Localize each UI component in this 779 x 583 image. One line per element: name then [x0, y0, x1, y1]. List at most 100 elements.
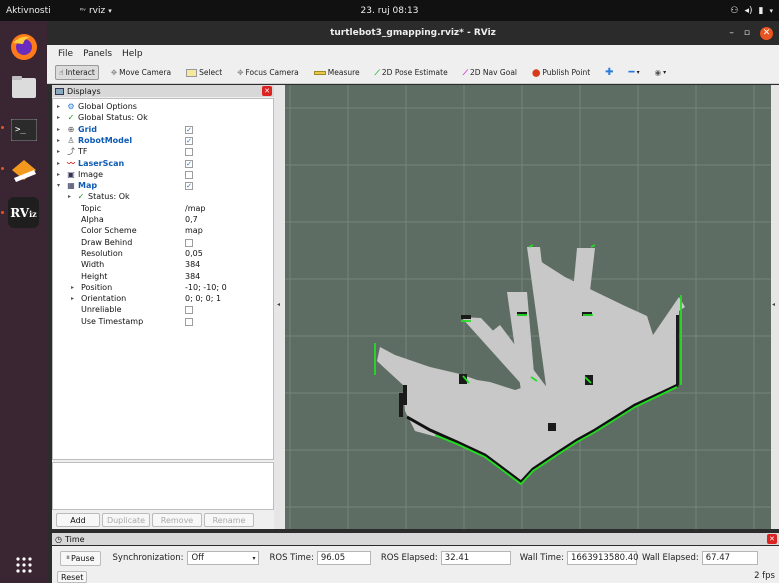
reset-button[interactable]: Reset [57, 571, 88, 583]
expand-arrow-icon[interactable]: ▸ [57, 101, 63, 112]
app-store-icon[interactable] [8, 154, 39, 185]
prop-height[interactable]: Height 384 [53, 271, 273, 282]
collapse-right-icon[interactable]: ◂ [772, 301, 775, 308]
chevron-down-icon: ▾ [663, 69, 667, 76]
tree-row-tf[interactable]: ▸ ⤴ TF [53, 146, 273, 157]
remove-button[interactable]: Remove [152, 513, 202, 527]
tree-row-global-options[interactable]: ▸ ⚙ Global Options [53, 101, 273, 112]
window-titlebar[interactable]: turtlebot3_gmapping.rviz* - RViz – ▫ ✕ [47, 21, 779, 45]
gear-icon: ⚙ [67, 102, 75, 111]
clock[interactable]: 23. ruj 08:13 [0, 6, 779, 16]
prop-use-timestamp[interactable]: Use Timestamp [53, 316, 273, 327]
laser-scan-checkbox[interactable]: ✓ [185, 159, 193, 168]
chevron-down-icon: ▾ [769, 6, 773, 15]
grid-checkbox[interactable]: ✓ [185, 125, 193, 134]
topic-value[interactable]: /map [185, 203, 205, 214]
show-applications-icon[interactable] [8, 549, 39, 580]
map-free-space [377, 247, 685, 482]
files-icon[interactable] [8, 71, 39, 102]
view-options-button[interactable]: ◉ ▾ [652, 66, 670, 79]
menu-panels[interactable]: Panels [83, 49, 112, 59]
rviz-icon[interactable]: RViz [8, 197, 39, 228]
close-panel-icon[interactable]: ✕ [262, 86, 272, 96]
prop-resolution[interactable]: Resolution 0,05 [53, 248, 273, 259]
alpha-value[interactable]: 0,7 [185, 214, 198, 225]
duplicate-button[interactable]: Duplicate [102, 513, 150, 527]
use-timestamp-checkbox[interactable] [185, 317, 193, 326]
unreliable-checkbox[interactable] [185, 306, 193, 315]
collapse-arrow-icon[interactable]: ▾ [57, 180, 63, 191]
color-scheme-value[interactable]: map [185, 225, 203, 236]
window-controls: – ▫ ✕ [729, 26, 773, 40]
collapse-left-icon[interactable]: ◂ [277, 301, 280, 308]
system-tray[interactable]: ⚇ ◂) ▮ ▾ [730, 6, 773, 16]
prop-draw-behind[interactable]: Draw Behind [53, 237, 273, 248]
prop-alpha[interactable]: Alpha 0,7 [53, 214, 273, 225]
minimize-icon[interactable]: – [729, 28, 734, 38]
pause-button[interactable]: ⏸ Pause [60, 550, 101, 566]
expand-arrow-icon[interactable]: ▸ [57, 124, 63, 135]
map-checkbox[interactable]: ✓ [185, 182, 193, 191]
measure-tool[interactable]: Measure [311, 66, 363, 79]
publish-point-tool[interactable]: ⬤ Publish Point [529, 66, 593, 79]
sync-select[interactable]: Off ▾ [187, 551, 260, 565]
nav-goal-tool[interactable]: ⟋ 2D Nav Goal [460, 66, 520, 80]
image-checkbox[interactable] [185, 170, 193, 179]
tree-row-global-status[interactable]: ▸ ✓ Global Status: Ok [53, 112, 273, 123]
expand-arrow-icon[interactable]: ▸ [68, 191, 74, 202]
close-icon[interactable]: ✕ [760, 26, 773, 40]
right-splitter[interactable]: ◂ [771, 85, 779, 529]
app-menu[interactable]: ᴿᵛ rviz ▾ [80, 6, 112, 16]
3d-viewport[interactable] [285, 85, 771, 529]
remove-tool-button[interactable]: ━ ▾ [626, 65, 643, 80]
select-icon [186, 68, 198, 77]
rename-button[interactable]: Rename [204, 513, 254, 527]
left-splitter[interactable]: ◂ [274, 85, 285, 529]
draw-behind-checkbox[interactable] [185, 238, 193, 247]
prop-width[interactable]: Width 384 [53, 259, 273, 270]
focus-camera-tool[interactable]: ✥ Focus Camera [234, 66, 302, 79]
expand-arrow-icon[interactable]: ▸ [57, 158, 63, 169]
tree-row-robot-model[interactable]: ▸ ♙ RobotModel ✓ [53, 135, 273, 146]
expand-arrow-icon[interactable]: ▸ [71, 282, 77, 293]
ruler-icon [313, 70, 326, 75]
time-panel: ⏸ Pause Synchronization: Off ▾ ROS Time:… [52, 546, 779, 570]
select-tool[interactable]: Select [183, 66, 225, 79]
expand-arrow-icon[interactable]: ▸ [57, 146, 63, 157]
move-camera-tool[interactable]: ✥ Move Camera [108, 66, 174, 79]
maximize-icon[interactable]: ▫ [744, 28, 750, 38]
expand-arrow-icon[interactable]: ▸ [57, 169, 63, 180]
wall-elapsed-field[interactable]: 67.47 [701, 551, 758, 565]
ros-time-field[interactable]: 96.05 [316, 551, 371, 565]
tree-row-grid[interactable]: ▸ ⊕ Grid ✓ [53, 124, 273, 135]
menu-help[interactable]: Help [122, 49, 143, 59]
prop-orientation[interactable]: ▸ Orientation 0; 0; 0; 1 [53, 293, 273, 304]
expand-arrow-icon[interactable]: ▸ [71, 293, 77, 304]
tf-checkbox[interactable] [185, 148, 193, 157]
expand-arrow-icon[interactable]: ▸ [57, 135, 63, 146]
ros-elapsed-field[interactable]: 32.41 [440, 551, 511, 565]
time-panel-header: ◷ Time ✕ [52, 533, 779, 545]
wall-time-field[interactable]: 1663913580.40 [566, 551, 639, 565]
pose-estimate-tool[interactable]: ⟋ 2D Pose Estimate [372, 66, 451, 80]
prop-position[interactable]: ▸ Position -10; -10; 0 [53, 282, 273, 293]
tree-row-laser-scan[interactable]: ▸ 〰 LaserScan ✓ [53, 158, 273, 169]
prop-topic[interactable]: Topic /map [53, 203, 273, 214]
close-panel-icon[interactable]: ✕ [767, 534, 777, 544]
pause-icon: ⏸ [66, 553, 70, 562]
interact-tool[interactable]: ☝ Interact [55, 65, 99, 80]
activities-button[interactable]: Aktivnosti [0, 6, 60, 16]
terminal-icon[interactable]: >_ [8, 114, 39, 145]
add-button[interactable]: Add [56, 513, 100, 527]
volume-icon: ◂) [744, 5, 753, 16]
firefox-icon[interactable] [8, 31, 39, 62]
add-tool-button[interactable]: ✚ [602, 65, 616, 80]
tree-row-map-status[interactable]: ▸ ✓ Status: Ok [53, 191, 273, 202]
tree-row-image[interactable]: ▸ ▣ Image [53, 169, 273, 180]
prop-color-scheme[interactable]: Color Scheme map [53, 225, 273, 236]
tree-row-map[interactable]: ▾ ▦ Map ✓ [53, 180, 273, 191]
menu-file[interactable]: File [58, 49, 73, 59]
expand-arrow-icon[interactable]: ▸ [57, 112, 63, 123]
prop-unreliable[interactable]: Unreliable [53, 304, 273, 315]
robot-model-checkbox[interactable]: ✓ [185, 136, 193, 145]
